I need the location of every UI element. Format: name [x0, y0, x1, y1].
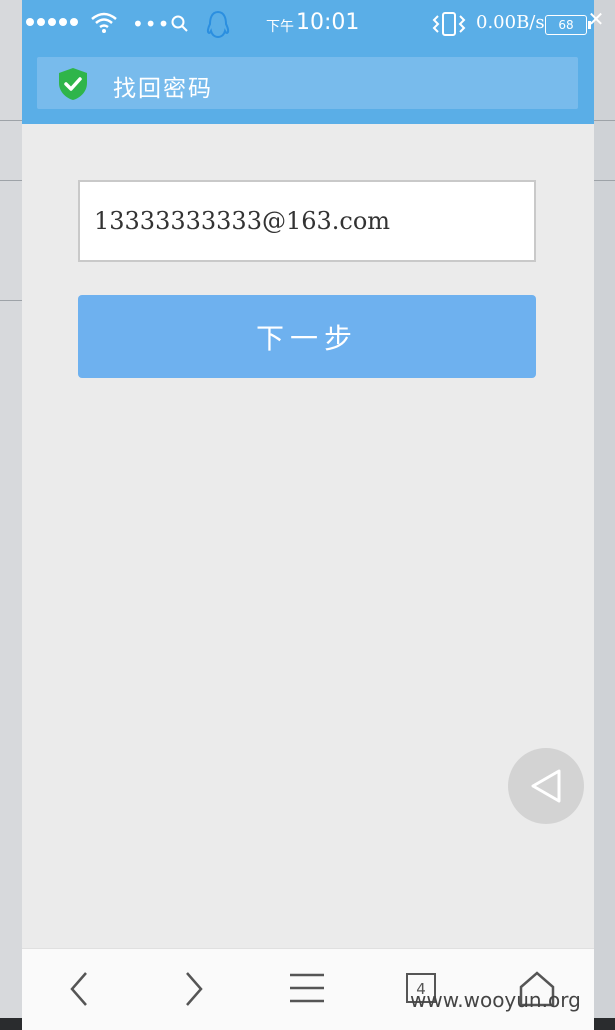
shield-check-icon: [59, 68, 87, 100]
wifi-icon: [91, 12, 117, 33]
phone-screen: ••• 下午 10:01 0.00B/s 68 找回密码 下一步: [22, 0, 594, 1030]
status-bar: ••• 下午 10:01 0.00B/s 68: [22, 0, 594, 50]
background-divider: [593, 120, 615, 121]
background-divider: [593, 180, 615, 181]
triangle-back-icon: [531, 769, 561, 803]
more-dots-icon: •••: [132, 12, 171, 36]
background-window-left: [0, 0, 22, 1030]
email-input[interactable]: [78, 180, 536, 262]
watermark: www.wooyun.org: [410, 988, 581, 1012]
qq-penguin-icon: [206, 10, 230, 39]
status-time: 10:01: [296, 10, 360, 35]
network-speed: 0.00B/s: [476, 12, 545, 33]
background-window-right: [593, 0, 615, 1030]
next-step-button[interactable]: 下一步: [78, 295, 536, 378]
signal-dots-icon: [26, 18, 78, 26]
forward-arrow-icon[interactable]: [173, 969, 213, 1009]
status-time-prefix: 下午: [266, 19, 294, 35]
page-title: 找回密码: [113, 76, 213, 102]
page-header: 找回密码: [22, 50, 594, 124]
menu-icon[interactable]: [287, 969, 327, 1009]
search-icon: [171, 15, 188, 32]
background-divider: [0, 120, 22, 121]
battery-indicator: 68: [545, 15, 591, 35]
floating-back-button[interactable]: [508, 748, 584, 824]
background-divider: [0, 180, 22, 181]
vibrate-icon: [432, 12, 466, 36]
header-panel: 找回密码: [37, 57, 578, 109]
close-window-icon[interactable]: ✕: [585, 8, 607, 30]
background-divider: [0, 300, 22, 301]
back-arrow-icon[interactable]: [60, 969, 100, 1009]
